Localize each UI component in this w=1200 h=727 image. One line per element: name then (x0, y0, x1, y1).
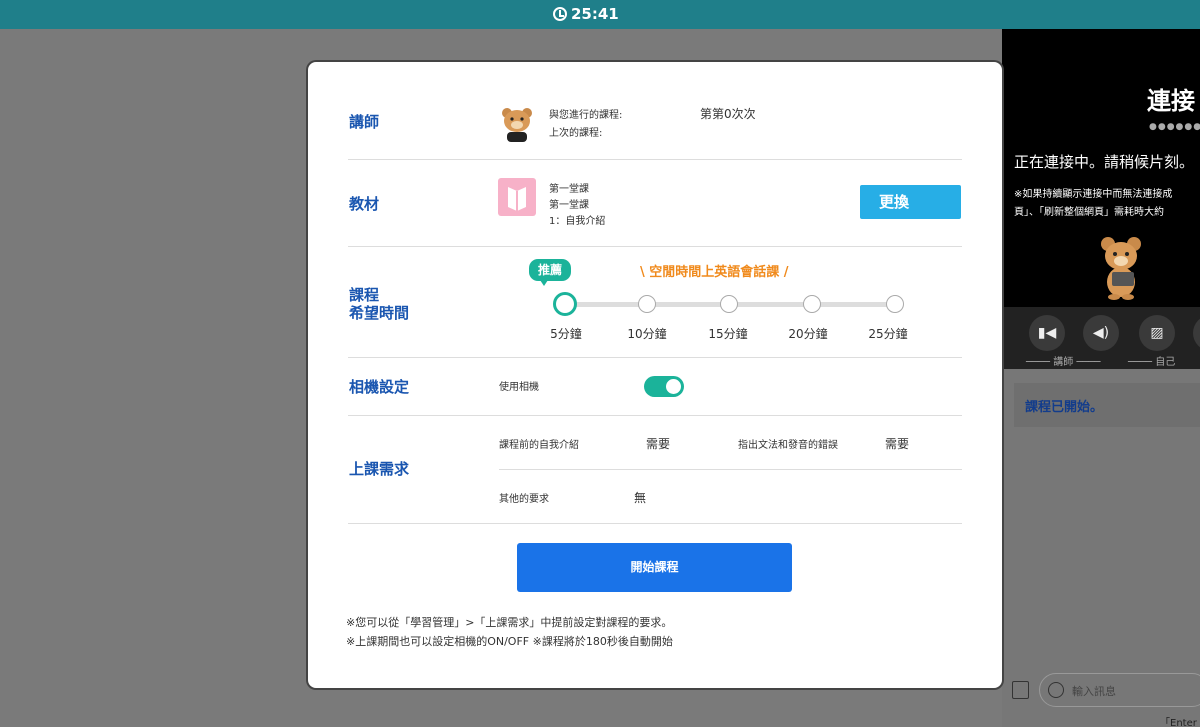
duration-slogan: \ 空閒時間上英語會話課 / (640, 265, 789, 280)
self-intro-label: 課程前的自我介紹 (499, 440, 579, 451)
divider (348, 357, 962, 358)
video-panel: 連接 ●●●●●●● 正在連接中。請稍候片刻。 ※如果持續顯示連接中而無法連接成… (1002, 29, 1200, 369)
timer-text: 25:41 (571, 5, 619, 23)
speaker-icon[interactable]: ◀) (1083, 315, 1119, 351)
divider (348, 523, 962, 524)
duration-option-20[interactable] (803, 295, 821, 313)
session-label: 與您進行的課程: (549, 110, 623, 121)
chat-panel: 課程已開始。 輸入訊息 「Enter (1002, 369, 1200, 727)
duration-tick-label: 15分鐘 (708, 327, 748, 341)
camera-toggle[interactable] (644, 376, 684, 397)
duration-tick-label: 10分鐘 (627, 327, 667, 341)
camera-toggle-icon[interactable]: ▮◀ (1029, 315, 1065, 351)
correction-value: 需要 (885, 437, 910, 451)
duration-tick-label: 25分鐘 (868, 327, 908, 341)
material-line1: 第一堂課 (549, 184, 589, 195)
emoji-icon[interactable] (1048, 682, 1064, 698)
correction-label: 指出文法和發音的錯誤 (738, 440, 838, 451)
start-lesson-button[interactable]: 開始課程 (517, 543, 792, 592)
divider (499, 469, 962, 470)
connection-note-line: ※如果持續顯示連接中而無法連接成 (1014, 189, 1173, 200)
role-label-self: ──── 自己 (1128, 357, 1176, 368)
other-request-value: 無 (634, 491, 647, 505)
divider (348, 246, 962, 247)
role-teacher: 講師 (1053, 357, 1074, 368)
connection-note-line: 頁」、「刷新整個網頁」需耗時大約 (1014, 207, 1164, 218)
connection-title: 連接 (1147, 87, 1195, 115)
connection-note: ※如果持續顯示連接中而無法連接成 頁」、「刷新整個網頁」需耗時大約 (1014, 186, 1172, 222)
book-icon (498, 178, 536, 216)
duration-option-15[interactable] (720, 295, 738, 313)
other-request-label: 其他的要求 (499, 494, 549, 505)
duration-option-25[interactable] (886, 295, 904, 313)
lesson-setup-modal: 講師 與您進行的課程: 第第0次次 上次的課程: 教材 第一堂課 第一堂課 1：… (308, 62, 1002, 688)
duration-label-line1: 課程 (349, 286, 380, 304)
divider (348, 159, 962, 160)
countdown-timer: 25:41 (553, 4, 619, 24)
top-bar: 25:41 (0, 0, 1200, 29)
self-intro-value: 需要 (646, 437, 671, 451)
chat-input[interactable]: 輸入訊息 (1039, 673, 1200, 707)
divider (348, 415, 962, 416)
footnote: ※您可以從「學習管理」>「上課需求」中提前設定對課程的要求。 (346, 616, 673, 629)
duration-label-line2: 希望時間 (349, 304, 410, 322)
duration-tick-label: 5分鐘 (550, 327, 582, 341)
connection-status: 正在連接中。請稍候片刻。 (1014, 153, 1195, 171)
requests-label: 上課需求 (349, 460, 410, 478)
teacher-avatar (502, 108, 532, 142)
enter-hint: 「Enter (1160, 718, 1197, 727)
duration-option-10[interactable] (638, 295, 656, 313)
camera-off-icon[interactable]: ▨ (1139, 315, 1175, 351)
clock-icon (553, 7, 567, 21)
session-value: 第第0次次 (700, 107, 756, 121)
duration-label: 課程 希望時間 (349, 286, 409, 322)
camera-settings-label: 相機設定 (349, 378, 410, 396)
chat-message: 課程已開始。 (1014, 383, 1200, 427)
use-camera-label: 使用相機 (499, 382, 539, 393)
chat-message-text: 課程已開始。 (1025, 400, 1104, 415)
chat-input-placeholder: 輸入訊息 (1072, 685, 1116, 698)
recommended-badge: 推薦 (529, 259, 571, 286)
duration-tick-label: 20分鐘 (788, 327, 828, 341)
material-label: 教材 (349, 195, 380, 213)
role-label-teacher: ──── 講師 ──── (1026, 357, 1101, 368)
teacher-label: 講師 (349, 113, 380, 131)
footnote: ※上課期間也可以設定相機的ON/OFF ※課程將於180秒後自動開始 (346, 635, 673, 648)
material-line3: 1：自我介紹 (549, 216, 606, 227)
last-lesson-label: 上次的課程: (549, 128, 603, 139)
loading-dots: ●●●●●●● (1149, 122, 1200, 132)
role-self: 自己 (1155, 357, 1176, 368)
duration-option-5[interactable] (553, 292, 577, 316)
attach-file-icon[interactable] (1012, 681, 1029, 699)
bear-mascot-icon (1101, 237, 1141, 300)
change-material-button[interactable]: 更換 (860, 185, 961, 219)
material-line2: 第一堂課 (549, 200, 589, 211)
